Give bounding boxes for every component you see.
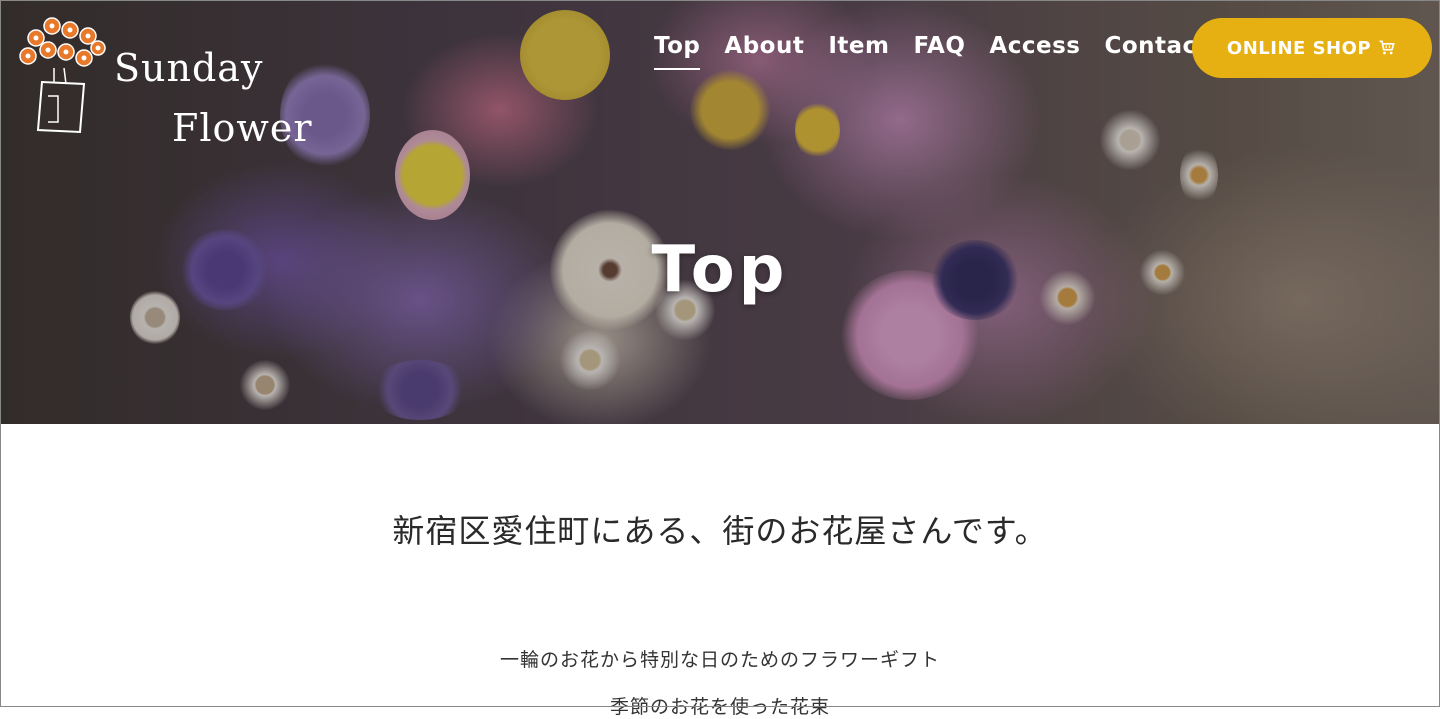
description-line-1: 一輪のお花から特別な日のためのフラワーギフト bbox=[499, 649, 940, 671]
site-logo[interactable]: Sunday Flower bbox=[14, 12, 314, 150]
online-shop-button[interactable]: ONLINE SHOP bbox=[1192, 18, 1432, 78]
nav-item-top[interactable]: Top bbox=[654, 30, 701, 70]
description-line-2: 季節のお花を使った花束 bbox=[609, 696, 830, 718]
nav-item-access[interactable]: Access bbox=[989, 30, 1080, 62]
brand-line1: Sunday bbox=[114, 46, 264, 90]
online-shop-label: ONLINE SHOP bbox=[1226, 37, 1372, 59]
nav-item-faq[interactable]: FAQ bbox=[913, 30, 965, 62]
nav-item-about[interactable]: About bbox=[724, 30, 804, 62]
main-nav: Top About Item FAQ Access Contact bbox=[654, 30, 1232, 70]
tagline: 新宿区愛住町にある、街のお花屋さんです。 bbox=[392, 512, 1048, 550]
nav-item-item[interactable]: Item bbox=[828, 30, 889, 62]
hero-title: Top bbox=[651, 232, 789, 307]
cart-icon bbox=[1379, 40, 1395, 55]
brand-line2: Flower bbox=[172, 106, 313, 150]
flower-vase-icon bbox=[19, 17, 106, 134]
brand-name: Sunday Flower bbox=[114, 38, 313, 158]
